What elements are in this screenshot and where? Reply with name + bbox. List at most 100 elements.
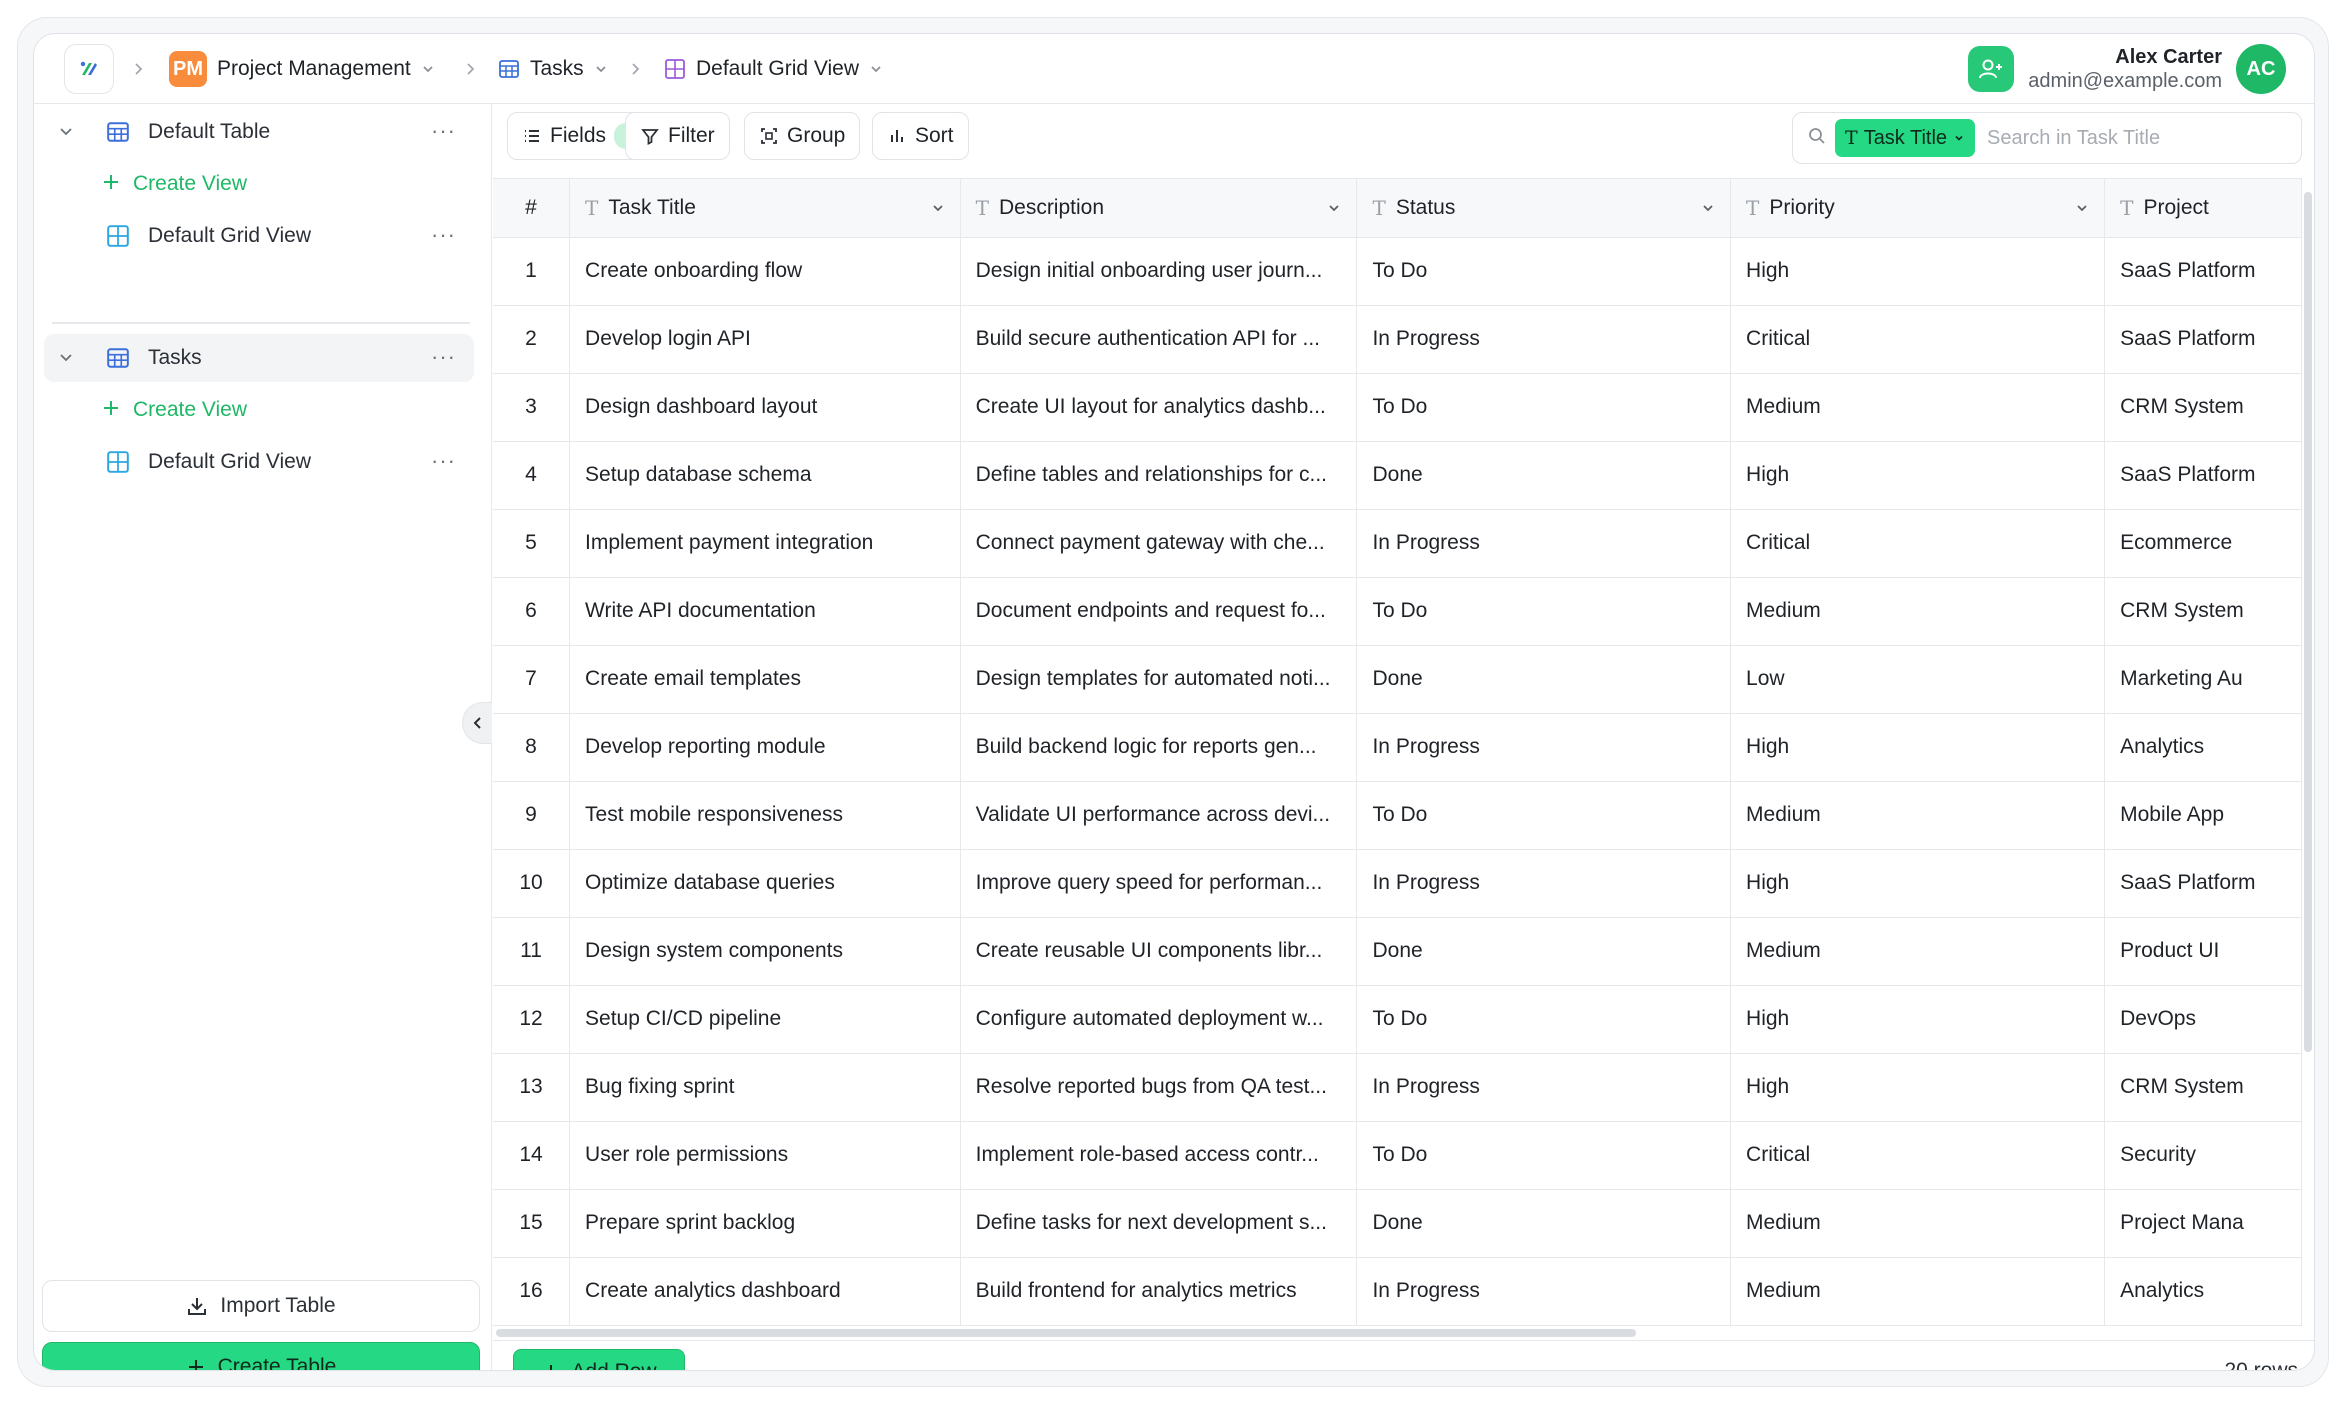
cell-task-title[interactable]: Develop login API [569, 305, 961, 374]
cell-priority[interactable]: High [1730, 985, 2106, 1054]
create-table-button[interactable]: Create Table [42, 1342, 480, 1370]
table-row[interactable]: 14 User role permissions Implement role-ba… [493, 1121, 2302, 1190]
cell-priority[interactable]: High [1730, 713, 2106, 782]
table-row[interactable]: 9 Test mobile responsiveness Validate UI p… [493, 781, 2302, 850]
table-row[interactable]: 2 Develop login API Build secure authentic… [493, 305, 2302, 374]
cell-priority[interactable]: High [1730, 237, 2106, 306]
cell-project[interactable]: Mobile App [2104, 781, 2302, 850]
cell-index[interactable]: 16 [493, 1257, 571, 1326]
import-table-button[interactable]: Import Table [42, 1280, 480, 1332]
chevron-down-icon[interactable] [58, 121, 74, 145]
cell-description[interactable]: Define tables and relationships for c... [960, 441, 1358, 510]
cell-status[interactable]: Done [1356, 917, 1732, 986]
cell-description[interactable]: Design initial onboarding user journ... [960, 237, 1358, 306]
cell-status[interactable]: In Progress [1356, 1053, 1732, 1122]
cell-project[interactable]: CRM System [2104, 577, 2302, 646]
cell-task-title[interactable]: Test mobile responsiveness [569, 781, 961, 850]
chevron-down-icon[interactable] [58, 347, 74, 371]
cell-project[interactable]: Analytics [2104, 1257, 2302, 1326]
cell-task-title[interactable]: Bug fixing sprint [569, 1053, 961, 1122]
cell-priority[interactable]: Medium [1730, 917, 2106, 986]
cell-status[interactable]: In Progress [1356, 509, 1732, 578]
chevron-down-icon[interactable] [2075, 201, 2089, 215]
cell-task-title[interactable]: Create email templates [569, 645, 961, 714]
cell-description[interactable]: Create UI layout for analytics dashb... [960, 373, 1358, 442]
sidebar-view-default-grid[interactable]: Default Grid View ··· [44, 212, 474, 260]
chevron-down-icon[interactable] [931, 201, 945, 215]
sidebar-table-default-table[interactable]: Default Table ··· [44, 108, 474, 156]
cell-index[interactable]: 8 [493, 713, 571, 782]
cell-project[interactable]: Project Mana [2104, 1189, 2302, 1258]
cell-task-title[interactable]: Write API documentation [569, 577, 961, 646]
cell-task-title[interactable]: Setup database schema [569, 441, 961, 510]
cell-task-title[interactable]: Optimize database queries [569, 849, 961, 918]
cell-project[interactable]: Marketing Au [2104, 645, 2302, 714]
cell-project[interactable]: SaaS Platform [2104, 849, 2302, 918]
cell-index[interactable]: 13 [493, 1053, 571, 1122]
vertical-scrollbar[interactable] [2304, 192, 2312, 1052]
cell-index[interactable]: 6 [493, 577, 571, 646]
table-row[interactable]: 12 Setup CI/CD pipeline Configure automate… [493, 985, 2302, 1054]
table-row[interactable]: 7 Create email templates Design templates … [493, 645, 2302, 714]
cell-index[interactable]: 9 [493, 781, 571, 850]
table-row[interactable]: 16 Create analytics dashboard Build fronte… [493, 1257, 2302, 1326]
cell-description[interactable]: Improve query speed for performan... [960, 849, 1358, 918]
chevron-down-icon[interactable] [1327, 201, 1341, 215]
cell-status[interactable]: Done [1356, 1189, 1732, 1258]
cell-project[interactable]: CRM System [2104, 1053, 2302, 1122]
cell-status[interactable]: To Do [1356, 985, 1732, 1054]
cell-priority[interactable]: Medium [1730, 1257, 2106, 1326]
cell-project[interactable]: SaaS Platform [2104, 237, 2302, 306]
cell-index[interactable]: 5 [493, 509, 571, 578]
cell-priority[interactable]: High [1730, 1053, 2106, 1122]
table-row[interactable]: 8 Develop reporting module Build backend l… [493, 713, 2302, 782]
cell-description[interactable]: Define tasks for next development s... [960, 1189, 1358, 1258]
cell-priority[interactable]: Medium [1730, 781, 2106, 850]
cell-index[interactable]: 14 [493, 1121, 571, 1190]
cell-status[interactable]: Done [1356, 441, 1732, 510]
cell-index[interactable]: 15 [493, 1189, 571, 1258]
cell-description[interactable]: Resolve reported bugs from QA test... [960, 1053, 1358, 1122]
cell-task-title[interactable]: Design dashboard layout [569, 373, 961, 442]
group-button[interactable]: Group [744, 112, 861, 160]
cell-index[interactable]: 1 [493, 237, 571, 306]
cell-status[interactable]: To Do [1356, 781, 1732, 850]
cell-index[interactable]: 11 [493, 917, 571, 986]
cell-project[interactable]: DevOps [2104, 985, 2302, 1054]
cell-priority[interactable]: High [1730, 441, 2106, 510]
search-field-selector[interactable]: T Task Title [1835, 119, 1976, 157]
cell-priority[interactable]: Critical [1730, 1121, 2106, 1190]
table-row[interactable]: 15 Prepare sprint backlog Define tasks for… [493, 1189, 2302, 1258]
invite-user-button[interactable] [1968, 46, 2015, 92]
cell-task-title[interactable]: Implement payment integration [569, 509, 961, 578]
cell-status[interactable]: Done [1356, 645, 1732, 714]
cell-description[interactable]: Implement role-based access contr... [960, 1121, 1358, 1190]
sort-button[interactable]: Sort [872, 112, 969, 160]
sidebar-table-tasks[interactable]: Tasks ··· [44, 334, 474, 382]
cell-priority[interactable]: Medium [1730, 1189, 2106, 1258]
cell-description[interactable]: Build frontend for analytics metrics [960, 1257, 1358, 1326]
breadcrumb-view[interactable]: Default Grid View [664, 34, 883, 104]
cell-priority[interactable]: Critical [1730, 305, 2106, 374]
column-header-description[interactable]: T Description [960, 179, 1358, 238]
cell-task-title[interactable]: Develop reporting module [569, 713, 961, 782]
more-options-icon[interactable]: ··· [431, 448, 456, 474]
cell-description[interactable]: Build secure authentication API for ... [960, 305, 1358, 374]
cell-task-title[interactable]: Setup CI/CD pipeline [569, 985, 961, 1054]
more-options-icon[interactable]: ··· [431, 344, 456, 370]
cell-index[interactable]: 12 [493, 985, 571, 1054]
cell-description[interactable]: Connect payment gateway with che... [960, 509, 1358, 578]
table-row[interactable]: 6 Write API documentation Document endpoin… [493, 577, 2302, 646]
column-header-priority[interactable]: T Priority [1730, 179, 2106, 238]
horizontal-scrollbar[interactable] [496, 1329, 1636, 1337]
cell-priority[interactable]: Medium [1730, 577, 2106, 646]
cell-project[interactable]: Ecommerce [2104, 509, 2302, 578]
cell-index[interactable]: 2 [493, 305, 571, 374]
more-options-icon[interactable]: ··· [431, 118, 456, 144]
search-box[interactable]: T Task Title [1792, 112, 2302, 164]
cell-status[interactable]: In Progress [1356, 713, 1732, 782]
cell-index[interactable]: 4 [493, 441, 571, 510]
breadcrumb-table[interactable]: Tasks [498, 34, 608, 104]
cell-index[interactable]: 10 [493, 849, 571, 918]
cell-description[interactable]: Build backend logic for reports gen... [960, 713, 1358, 782]
